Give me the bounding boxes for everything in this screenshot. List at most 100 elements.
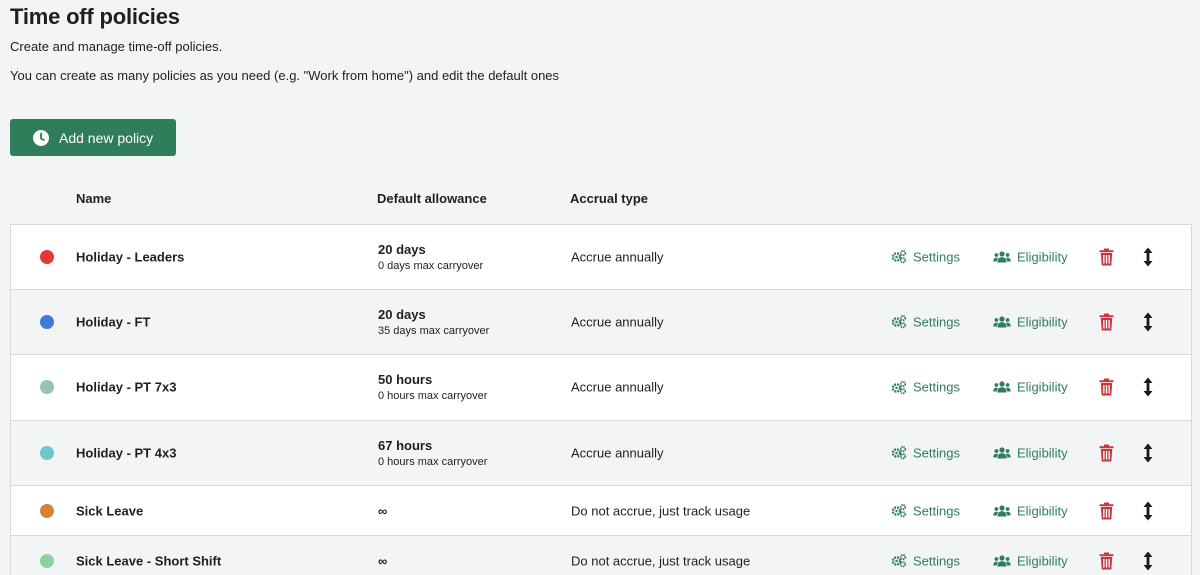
settings-label: Settings — [913, 314, 960, 330]
settings-label: Settings — [913, 553, 960, 568]
policy-row: Sick Leave ∞ Do not accrue, just track u… — [10, 486, 1192, 536]
eligibility-link[interactable]: Eligibility — [993, 503, 1068, 518]
delete-policy-button[interactable] — [1099, 502, 1114, 520]
policy-color-dot — [40, 445, 54, 460]
settings-label: Settings — [913, 503, 960, 518]
allowance-value: 20 days — [378, 306, 426, 322]
vertical-arrows-icon — [1143, 551, 1153, 571]
policy-accrual: Accrue annually — [571, 249, 664, 265]
policy-color-dot — [40, 553, 54, 568]
vertical-arrows-icon — [1143, 312, 1153, 332]
add-new-policy-button[interactable]: Add new policy — [10, 119, 176, 156]
policy-color-dot — [40, 503, 54, 518]
carryover-value: 0 days max carryover — [378, 259, 484, 272]
carryover-value: 0 hours max carryover — [378, 455, 488, 468]
allowance-value: 67 hours — [378, 437, 433, 453]
reorder-handle[interactable] — [1143, 247, 1153, 267]
trash-icon — [1099, 248, 1114, 266]
allowance-value: 20 days — [378, 241, 426, 257]
reorder-handle[interactable] — [1143, 443, 1153, 463]
delete-policy-button[interactable] — [1099, 248, 1114, 266]
eligibility-label: Eligibility — [1017, 379, 1068, 395]
policy-name: Holiday - Leaders — [76, 249, 185, 265]
allowance-value: ∞ — [378, 553, 388, 568]
policy-row: Sick Leave - Short Shift ∞ Do not accrue… — [10, 536, 1192, 575]
eligibility-label: Eligibility — [1017, 553, 1068, 568]
carryover-value: 35 days max carryover — [378, 324, 490, 337]
vertical-arrows-icon — [1143, 443, 1153, 463]
policies-table: Holiday - Leaders 20 days 0 days max car… — [10, 224, 1192, 575]
cogs-icon — [891, 250, 913, 264]
eligibility-link[interactable]: Eligibility — [993, 249, 1068, 264]
delete-policy-button[interactable] — [1099, 378, 1114, 396]
reorder-handle[interactable] — [1143, 551, 1153, 571]
users-icon — [993, 554, 1017, 567]
eligibility-label: Eligibility — [1017, 445, 1068, 461]
allowance-value: ∞ — [378, 503, 388, 518]
settings-label: Settings — [913, 249, 960, 265]
users-icon — [993, 381, 1017, 394]
policy-allowance: 50 hours 0 hours max carryover — [378, 372, 487, 402]
eligibility-link[interactable]: Eligibility — [993, 314, 1068, 329]
delete-policy-button[interactable] — [1099, 313, 1114, 331]
policy-row: Holiday - PT 4x3 67 hours 0 hours max ca… — [10, 420, 1192, 486]
policy-accrual: Accrue annually — [571, 314, 664, 330]
settings-link[interactable]: Settings — [891, 249, 960, 264]
settings-link[interactable]: Settings — [891, 445, 960, 460]
policy-allowance: ∞ — [378, 503, 387, 518]
policy-row: Holiday - PT 7x3 50 hours 0 hours max ca… — [10, 355, 1192, 421]
settings-link[interactable]: Settings — [891, 503, 960, 518]
settings-link[interactable]: Settings — [891, 553, 960, 568]
trash-icon — [1099, 378, 1114, 396]
eligibility-label: Eligibility — [1017, 249, 1068, 265]
users-icon — [993, 504, 1017, 517]
vertical-arrows-icon — [1143, 501, 1153, 521]
cogs-icon — [891, 553, 913, 568]
settings-link[interactable]: Settings — [891, 314, 960, 329]
page-title: Time off policies — [10, 4, 180, 29]
policy-accrual: Accrue annually — [571, 379, 664, 395]
policy-name: Holiday - PT 4x3 — [76, 445, 177, 461]
settings-label: Settings — [913, 445, 960, 461]
users-icon — [993, 250, 1017, 263]
allowance-value: 50 hours — [378, 372, 433, 388]
trash-icon — [1099, 552, 1114, 570]
carryover-value: 0 hours max carryover — [378, 390, 488, 403]
settings-label: Settings — [913, 379, 960, 395]
clock-icon — [32, 129, 50, 147]
policy-allowance: 67 hours 0 hours max carryover — [378, 438, 487, 468]
cogs-icon — [891, 446, 913, 460]
trash-icon — [1099, 313, 1114, 331]
policy-row: Holiday - Leaders 20 days 0 days max car… — [10, 224, 1192, 290]
eligibility-link[interactable]: Eligibility — [993, 380, 1068, 395]
page-subtitle: Create and manage time-off policies. — [10, 39, 223, 54]
users-icon — [993, 446, 1017, 459]
policy-accrual: Do not accrue, just track usage — [571, 503, 751, 518]
users-icon — [993, 315, 1017, 328]
reorder-handle[interactable] — [1143, 501, 1153, 521]
trash-icon — [1099, 502, 1114, 520]
trash-icon — [1099, 444, 1114, 462]
eligibility-label: Eligibility — [1017, 503, 1068, 518]
policy-name: Holiday - FT — [76, 314, 151, 330]
reorder-handle[interactable] — [1143, 312, 1153, 332]
cogs-icon — [891, 380, 913, 395]
policy-allowance: 20 days 0 days max carryover — [378, 242, 483, 272]
policy-color-dot — [40, 380, 54, 395]
policy-accrual: Accrue annually — [571, 445, 664, 461]
policy-allowance: 20 days 35 days max carryover — [378, 307, 489, 337]
policy-color-dot — [40, 314, 54, 329]
delete-policy-button[interactable] — [1099, 444, 1114, 462]
column-header-name: Name — [76, 191, 112, 206]
column-header-accrual: Accrual type — [570, 191, 649, 206]
eligibility-label: Eligibility — [1017, 314, 1068, 330]
settings-link[interactable]: Settings — [891, 380, 960, 395]
eligibility-link[interactable]: Eligibility — [993, 445, 1068, 460]
reorder-handle[interactable] — [1143, 377, 1153, 397]
policy-allowance: ∞ — [378, 553, 387, 568]
delete-policy-button[interactable] — [1099, 552, 1114, 570]
eligibility-link[interactable]: Eligibility — [993, 553, 1068, 568]
policy-row: Holiday - FT 20 days 35 days max carryov… — [10, 289, 1192, 355]
column-header-allowance: Default allowance — [377, 191, 487, 206]
vertical-arrows-icon — [1143, 247, 1153, 267]
